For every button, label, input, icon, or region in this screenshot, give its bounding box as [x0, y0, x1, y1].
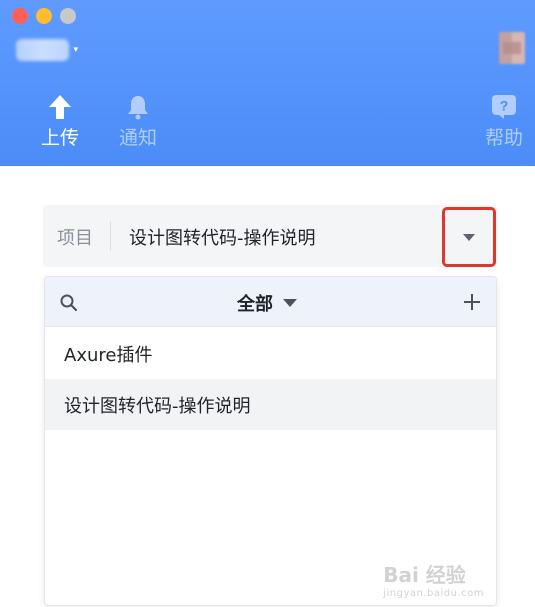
- upload-arrow-icon: [49, 95, 71, 119]
- list-item-axure-plugin[interactable]: Axure插件: [45, 328, 496, 379]
- help-icon: ?: [492, 95, 516, 119]
- project-dropdown-button[interactable]: [442, 207, 496, 267]
- avatar[interactable]: [499, 32, 525, 64]
- filter-dropdown[interactable]: 全部: [237, 290, 297, 316]
- app-window: ▾ 上传 通知 ? 帮助 项目 设计图转代码-操作说明 全部 Axure插件 设…: [0, 0, 535, 607]
- list-item-label: Axure插件: [64, 344, 153, 366]
- chevron-down-icon: ▾: [73, 45, 78, 55]
- nav-upload-label: 上传: [40, 127, 79, 149]
- divider: [110, 221, 111, 251]
- minimize-window-button[interactable]: [36, 8, 52, 24]
- search-icon[interactable]: [59, 293, 79, 313]
- window-controls: [12, 8, 76, 24]
- filter-label: 全部: [237, 294, 273, 315]
- project-dropdown-panel: 全部 Axure插件 设计图转代码-操作说明 Bai 经验 jingyan.ba…: [44, 276, 497, 606]
- nav-notify[interactable]: 通知: [113, 94, 163, 150]
- account-name-blurred: [16, 39, 70, 61]
- account-switcher[interactable]: ▾: [16, 38, 78, 62]
- zoom-window-button[interactable]: [60, 8, 76, 24]
- plus-icon[interactable]: [462, 292, 482, 312]
- nav-help[interactable]: ? 帮助: [479, 94, 529, 150]
- caret-down-icon: [463, 233, 475, 241]
- list-item-label: 设计图转代码-操作说明: [64, 395, 251, 417]
- nav-upload[interactable]: 上传: [35, 94, 85, 150]
- watermark-url: jingyan.baidu.com: [383, 588, 484, 599]
- svg-text:?: ?: [500, 98, 509, 114]
- project-selector[interactable]: 项目 设计图转代码-操作说明: [43, 205, 497, 267]
- nav-help-label: 帮助: [484, 127, 523, 149]
- panel-header: 全部: [45, 277, 496, 327]
- nav-notify-label: 通知: [118, 127, 157, 149]
- header-bar: ▾ 上传 通知 ? 帮助: [0, 0, 535, 166]
- bell-icon: [128, 96, 148, 120]
- project-value: 设计图转代码-操作说明: [129, 228, 316, 249]
- project-label: 项目: [57, 228, 93, 249]
- caret-down-icon: [283, 299, 297, 307]
- watermark-logo: Bai 经验: [383, 563, 466, 587]
- close-window-button[interactable]: [12, 8, 28, 24]
- watermark: Bai 经验 jingyan.baidu.com: [383, 559, 484, 599]
- list-item-design-to-code[interactable]: 设计图转代码-操作说明: [45, 379, 496, 430]
